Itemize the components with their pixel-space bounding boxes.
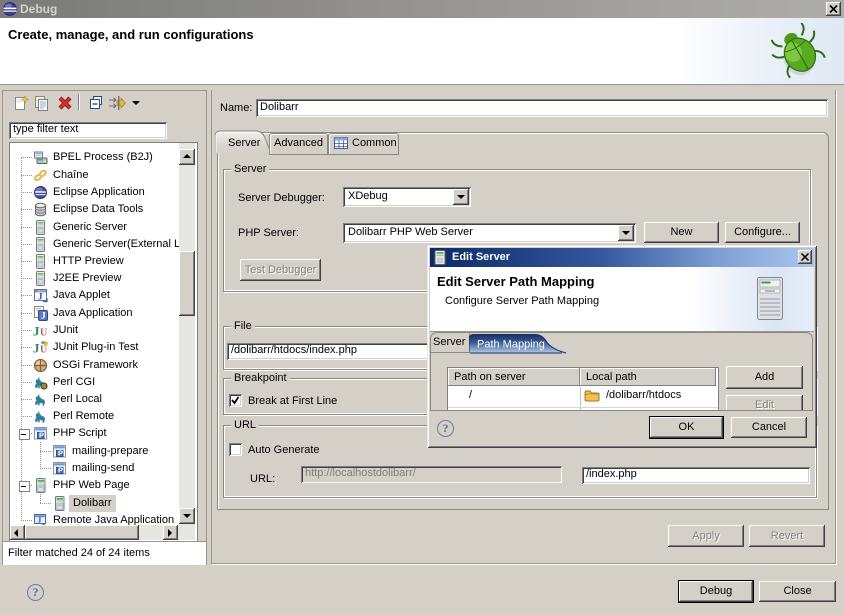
svg-text:J: J: [41, 312, 46, 322]
svg-text:J: J: [33, 324, 40, 339]
svg-text:U: U: [40, 328, 47, 339]
svg-text:J: J: [38, 292, 43, 302]
svg-text:P: P: [39, 431, 44, 440]
svg-text:Server: Server: [228, 137, 261, 149]
svg-text:U: U: [40, 345, 47, 356]
svg-text:P: P: [58, 466, 63, 475]
svg-text:J: J: [33, 341, 40, 356]
svg-text:P: P: [58, 449, 63, 458]
svg-text:J: J: [38, 516, 42, 525]
svg-text:Path Mapping: Path Mapping: [477, 339, 545, 351]
